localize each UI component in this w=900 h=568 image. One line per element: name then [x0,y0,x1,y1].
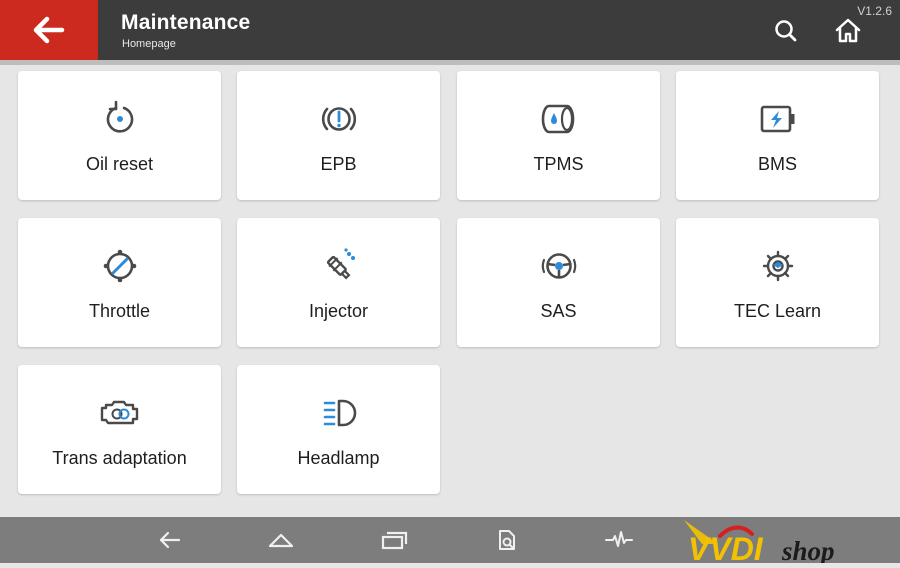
tile-label: Throttle [88,301,151,321]
back-button[interactable] [0,0,98,60]
gear-icon [762,250,793,282]
tile-label: Injector [308,301,369,321]
vvdishop-logo-icon: VVDI shop [684,520,835,567]
transmission-icon [100,400,138,425]
tile-label: Trans adaptation [52,448,187,468]
tile-oil-reset[interactable]: Oil reset [18,71,221,200]
tire-pressure-icon [541,104,574,134]
tile-label: TPMS [533,154,584,174]
battery-icon [760,105,794,133]
headlamp-icon [323,399,356,427]
tile-label: EPB [320,154,357,174]
nav-back-button[interactable] [157,528,183,552]
tile-sas[interactable]: SAS [457,218,660,347]
injector-icon [326,248,355,280]
tile-bms[interactable]: BMS [676,71,879,200]
tile-throttle[interactable]: Throttle [18,218,221,347]
nav-home-button[interactable] [267,528,294,552]
tile-trans-adaptation[interactable]: Trans adaptation [18,365,221,494]
search-button[interactable] [773,18,799,44]
tile-label: BMS [757,154,797,174]
arrow-left-icon [33,16,65,44]
home-icon [835,18,861,43]
tile-epb[interactable]: EPB [237,71,440,200]
tile-label: SAS [540,301,577,321]
tile-tpms[interactable]: TPMS [457,71,660,200]
oil-reset-icon [106,100,133,133]
tile-label: Oil reset [85,154,154,174]
svg-text:VVDI: VVDI [688,531,764,563]
home-button[interactable] [833,16,863,44]
search-icon [775,20,797,42]
nav-waveform-button[interactable] [604,528,633,552]
parking-brake-icon [321,107,356,131]
svg-text:shop: shop [781,536,835,563]
header-divider [0,60,900,65]
waveform-icon [605,531,633,547]
tile-label: Headlamp [297,448,380,468]
tile-headlamp[interactable]: Headlamp [237,365,440,494]
vvdishop-watermark: VVDI shop [682,514,882,567]
tile-injector[interactable]: Injector [237,218,440,347]
nav-recents-button[interactable] [380,528,408,552]
throttle-icon [103,249,136,283]
back-nav-icon [159,531,181,549]
tile-tec-learn[interactable]: TEC Learn [676,218,879,347]
tile-label: TEC Learn [733,301,822,321]
app-header: Maintenance Homepage V1.2.6 [0,0,900,60]
breadcrumb: Homepage [122,38,176,50]
document-search-icon [499,530,515,550]
steering-wheel-icon [541,253,576,279]
nav-document-search-button[interactable] [494,528,520,552]
home-nav-icon [268,533,294,548]
recents-icon [381,531,408,550]
page-title: Maintenance [121,11,251,34]
